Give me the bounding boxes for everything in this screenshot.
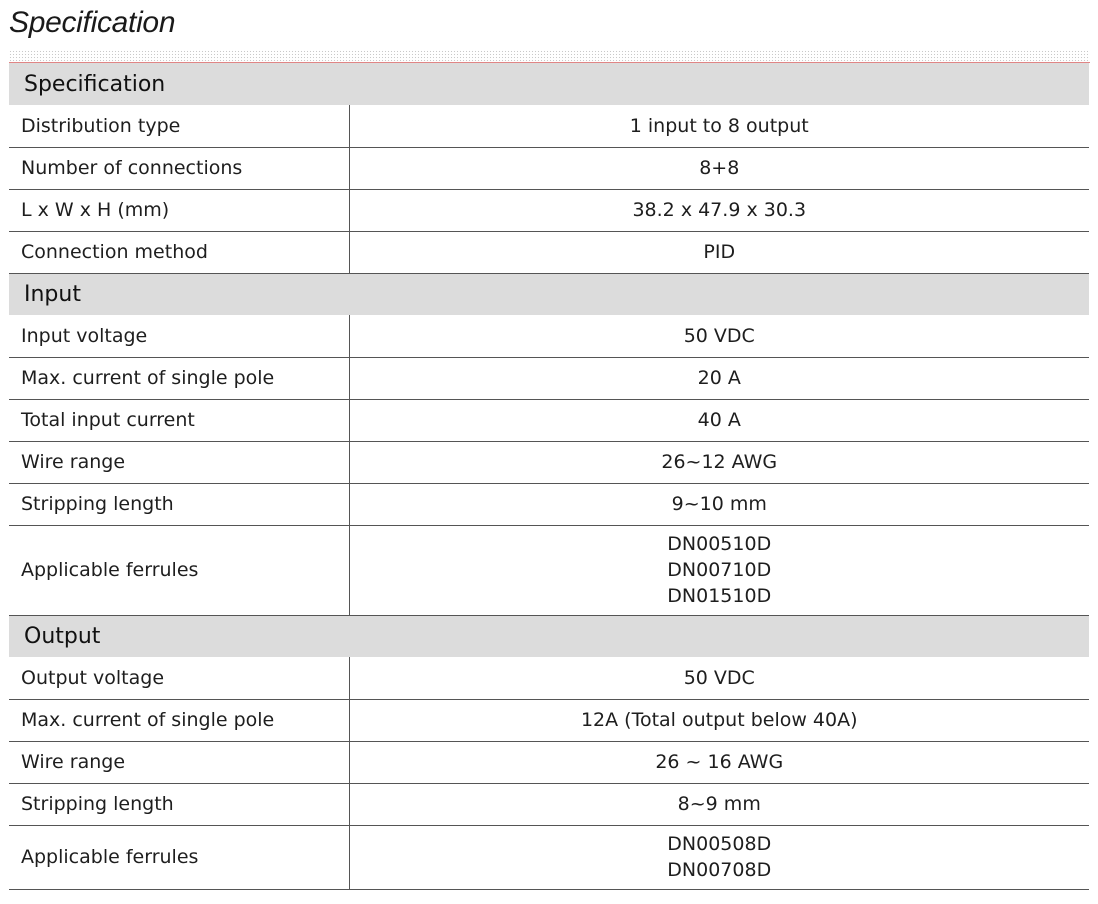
row-value: 12A (Total output below 40A) (580, 709, 858, 731)
row-label: Stripping length (9, 483, 350, 526)
row-value-cell: 20 A (349, 357, 1089, 400)
row-value-cell: DN00508D DN00708D (349, 825, 1089, 890)
row-label: Distribution type (9, 105, 350, 148)
row-value-cell: 1 input to 8 output (349, 105, 1089, 148)
table-row: Distribution type 1 input to 8 output (9, 105, 1089, 148)
table-row: Total input current 40 A (9, 399, 1089, 442)
row-value: 8+8 (699, 157, 740, 179)
row-value: 50 VDC (683, 666, 755, 689)
row-label: Input voltage (9, 315, 350, 358)
row-value-cell: 40 A (349, 399, 1089, 442)
row-value: 1 input to 8 output (629, 114, 809, 137)
table-row: Stripping length 9~10 mm (9, 483, 1089, 526)
section-header: Input (9, 273, 1089, 315)
row-value: DN00710D (667, 559, 772, 581)
row-value: 9~10 mm (671, 493, 767, 515)
row-value-cell: 26~12 AWG (349, 441, 1089, 484)
row-label: Max. current of single pole (9, 699, 350, 742)
row-value-cell: 8+8 (349, 147, 1089, 190)
row-value-cell: 50 VDC (349, 315, 1089, 358)
row-label: Applicable ferrules (9, 525, 350, 616)
spec-table-body: Specification Distribution type 1 input to… (9, 63, 1089, 890)
row-value-cell: 9~10 mm (349, 483, 1089, 526)
row-value: 38.2 x 47.9 x 30.3 (632, 199, 807, 221)
row-label: Max. current of single pole (9, 357, 350, 400)
table-row: Connection method PID (9, 231, 1089, 274)
table-row: Wire range 26 ~ 16 AWG (9, 741, 1089, 784)
row-label: Stripping length (9, 783, 350, 826)
table-row: Max. current of single pole 12A (Total ou… (9, 699, 1089, 742)
table-row: Stripping length 8~9 mm (9, 783, 1089, 826)
row-value-cell: 12A (Total output below 40A) (349, 699, 1089, 742)
row-label: Connection method (9, 231, 350, 274)
row-label: Output voltage (9, 657, 350, 700)
table-row: Number of connections 8+8 (9, 147, 1089, 190)
section-heading: Output (9, 615, 1089, 657)
table-row: Output voltage 50 VDC (9, 657, 1089, 700)
section-header: Specification (9, 63, 1089, 105)
row-label: L x W x H (mm) (9, 189, 350, 232)
row-label: Total input current (9, 399, 350, 442)
section-header: Output (9, 615, 1089, 657)
row-label: Wire range (9, 741, 350, 784)
row-value: 50 VDC (683, 324, 755, 347)
section-heading: Input (9, 273, 1089, 315)
row-value: 40 A (697, 409, 741, 431)
row-value-cell: PID (349, 231, 1089, 274)
page-title: Specification (9, 6, 176, 39)
section-heading: Specification (9, 63, 1089, 105)
row-label: Applicable ferrules (9, 825, 350, 890)
row-value-cell: 8~9 mm (349, 783, 1089, 826)
row-value-cell: DN00510D DN00710D DN01510D (349, 525, 1089, 616)
row-value: 20 A (697, 367, 741, 389)
table-row: Max. current of single pole 20 A (9, 357, 1089, 400)
row-value: 26 ~ 16 AWG (655, 751, 784, 773)
table-row: Input voltage 50 VDC (9, 315, 1089, 358)
spec-table: Specification Distribution type 1 input to… (9, 63, 1089, 890)
row-value-cell: 50 VDC (349, 657, 1089, 700)
row-value: PID (703, 241, 736, 263)
table-row: Wire range 26~12 AWG (9, 441, 1089, 484)
row-value: DN00708D (667, 859, 772, 881)
row-label: Number of connections (9, 147, 350, 190)
table-row: Applicable ferrules DN00508D DN00708D (9, 825, 1089, 890)
row-value: DN01510D (667, 585, 772, 607)
row-value-cell: 26 ~ 16 AWG (349, 741, 1089, 784)
row-value: 26~12 AWG (661, 451, 778, 473)
row-value: DN00510D (667, 533, 772, 555)
row-value: DN00508D (667, 833, 772, 855)
table-row: L x W x H (mm) 38.2 x 47.9 x 30.3 (9, 189, 1089, 232)
row-value: 8~9 mm (677, 793, 761, 815)
table-row: Applicable ferrules DN00510D DN00710D DN015… (9, 525, 1089, 616)
title-divider (9, 50, 1090, 62)
row-value-cell: 38.2 x 47.9 x 30.3 (349, 189, 1089, 232)
row-label: Wire range (9, 441, 350, 484)
